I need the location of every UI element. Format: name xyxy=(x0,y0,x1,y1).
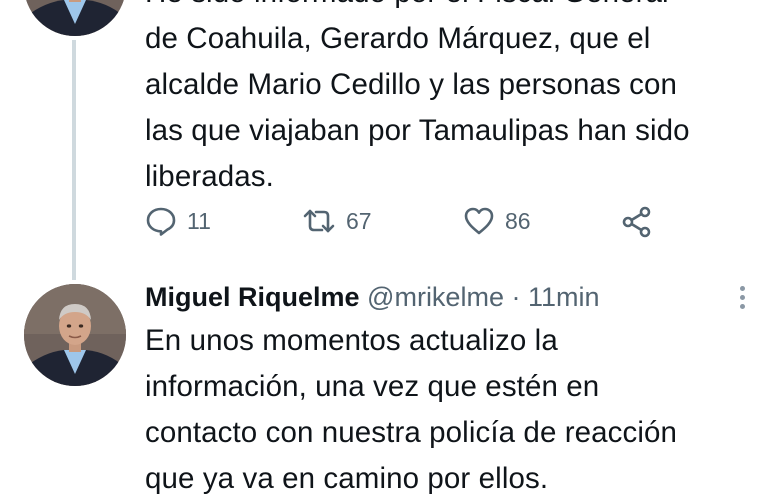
timestamp[interactable]: 11min xyxy=(528,282,600,312)
reply-icon xyxy=(146,207,176,236)
heart-icon xyxy=(464,207,494,235)
thread-connector-line xyxy=(72,40,76,280)
more-vertical-icon xyxy=(736,286,748,309)
like-button[interactable]: 86 xyxy=(463,206,531,236)
retweet-button[interactable]: 67 xyxy=(302,206,372,236)
retweet-icon xyxy=(303,209,335,233)
share-button[interactable] xyxy=(621,206,653,238)
avatar[interactable] xyxy=(24,284,126,386)
author-handle[interactable]: @mrikelme xyxy=(367,282,504,312)
avatar-photo xyxy=(24,0,126,36)
avatar-photo xyxy=(24,284,126,386)
tweet-actions: 11 67 86 xyxy=(145,198,665,246)
avatar[interactable] xyxy=(24,0,126,36)
tweet-text: He sido informado por el Fiscal General … xyxy=(145,0,690,193)
author-name[interactable]: Miguel Riquelme xyxy=(145,282,360,312)
share-icon xyxy=(622,206,651,238)
like-count: 86 xyxy=(505,207,531,234)
tweet-text: En unos momentos actualizo la informació… xyxy=(145,324,678,495)
header-separator: · xyxy=(511,282,521,312)
reply-count: 11 xyxy=(187,207,211,234)
more-options-button[interactable] xyxy=(736,286,748,312)
tweet-header: Miguel Riquelme @mrikelme · 11min xyxy=(145,278,600,316)
retweet-count: 67 xyxy=(346,207,372,234)
reply-button[interactable]: 11 xyxy=(145,206,211,236)
